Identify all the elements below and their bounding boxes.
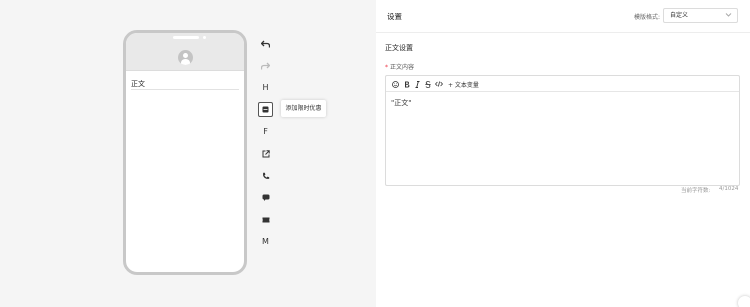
bold-button[interactable] <box>403 79 410 89</box>
field-label-text: 正文内容 <box>390 64 415 71</box>
code-icon <box>435 81 443 87</box>
phone-icon <box>262 172 269 179</box>
bold-icon <box>404 81 409 87</box>
phone-header <box>126 33 244 71</box>
preview-pane: 正文 H 添加限时优惠 F M <box>0 0 376 307</box>
undo-icon <box>261 40 270 47</box>
page-title: 设置 <box>387 12 402 21</box>
header-button[interactable]: H <box>258 80 273 95</box>
template-format-value: 自定义 <box>670 12 689 19</box>
coupon-button[interactable] <box>258 102 273 117</box>
char-count-value: 4/1024 <box>719 186 739 192</box>
italic-icon <box>415 80 419 88</box>
undo-button[interactable] <box>258 36 273 51</box>
footer-label: F <box>263 127 268 136</box>
menu-label: M <box>262 237 269 246</box>
phone-body-text: 正文 <box>131 80 145 88</box>
template-format-label: 模版格式: <box>634 14 661 21</box>
template-format-select[interactable]: 自定义 <box>663 8 738 23</box>
phone-button[interactable] <box>258 168 273 183</box>
add-text-variable-button[interactable]: + 文本变量 <box>448 79 479 89</box>
phone-speaker <box>173 36 199 39</box>
phone-camera <box>203 36 206 39</box>
chevron-down-icon <box>725 13 732 17</box>
field-label: * 正文内容 <box>385 62 414 71</box>
italic-button[interactable] <box>414 79 420 89</box>
editor-content[interactable]: "正文" <box>391 98 411 108</box>
code-button[interactable] <box>435 79 443 89</box>
coupon-icon <box>262 106 269 113</box>
section-title: 正文设置 <box>385 44 413 52</box>
avatar-icon <box>178 50 193 65</box>
settings-pane: 设置 模版格式: 自定义 正文设置 * 正文内容 + 文本变量 "正文" 当前字… <box>376 0 750 307</box>
redo-icon <box>261 62 270 69</box>
required-mark: * <box>385 64 388 71</box>
menu-button[interactable]: M <box>258 234 273 249</box>
phone-divider <box>131 89 239 90</box>
strikethrough-button[interactable] <box>424 79 431 89</box>
emoji-button[interactable] <box>391 79 399 89</box>
strikethrough-icon <box>424 80 431 88</box>
footer-button[interactable]: F <box>258 124 273 139</box>
ticket-icon <box>262 217 269 222</box>
link-button[interactable] <box>258 146 273 161</box>
header-divider <box>376 32 750 33</box>
message-icon <box>262 194 269 201</box>
ticket-button[interactable] <box>258 212 273 227</box>
editor-toolbar: + 文本变量 <box>386 76 739 92</box>
external-link-icon <box>262 149 270 157</box>
phone-preview: 正文 <box>123 30 247 275</box>
tooltip: 添加限时优惠 <box>281 100 326 117</box>
emoji-icon <box>391 80 399 88</box>
body-editor[interactable]: + 文本变量 "正文" <box>385 75 740 186</box>
message-button[interactable] <box>258 190 273 205</box>
redo-button[interactable] <box>258 58 273 73</box>
help-icon[interactable] <box>738 296 750 307</box>
char-count-label: 当前字符数: <box>681 188 711 194</box>
header-label: H <box>262 83 269 92</box>
